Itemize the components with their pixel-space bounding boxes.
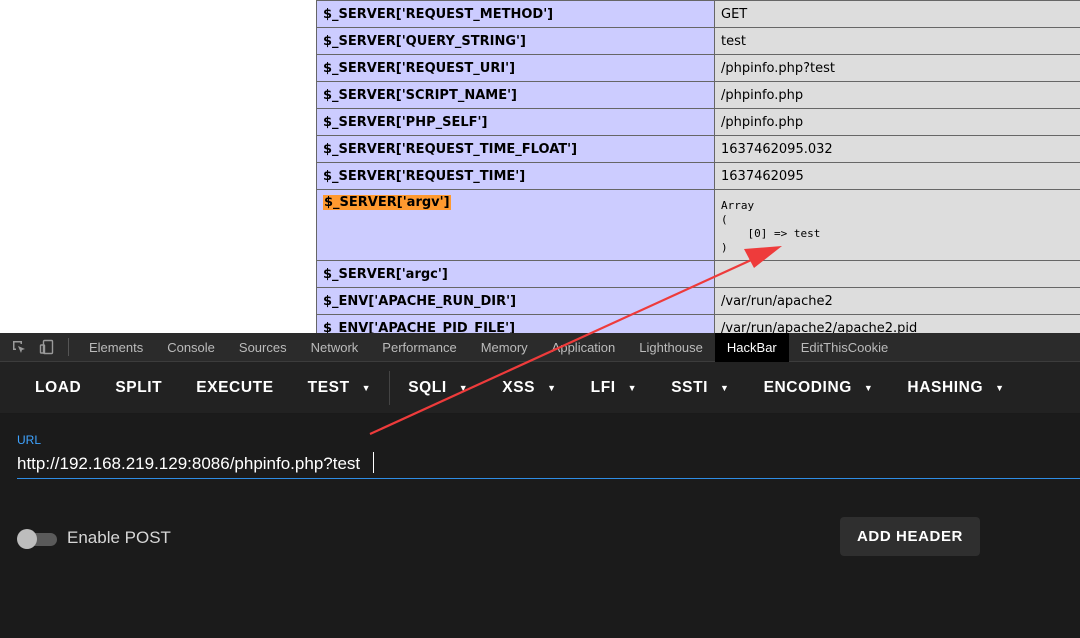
load-button-label: LOAD	[35, 378, 82, 396]
caret-down-icon: ▼	[627, 382, 638, 393]
table-row: $_SERVER['PHP_SELF'] /phpinfo.php	[316, 108, 1080, 136]
table-row-argv: $_SERVER['argv'] Array ( [0] => test )	[316, 189, 1080, 261]
variable-value: GET	[714, 0, 1080, 28]
variable-value: 1637462095.032	[714, 135, 1080, 163]
tab-editthiscookie[interactable]: EditThisCookie	[789, 333, 900, 362]
ssti-menu-label: SSTI	[671, 378, 709, 396]
tab-network[interactable]: Network	[299, 333, 371, 362]
variable-name: $_SERVER['PHP_SELF']	[316, 108, 715, 136]
variable-name: $_SERVER['SCRIPT_NAME']	[316, 81, 715, 109]
caret-down-icon: ▼	[995, 382, 1005, 393]
text-cursor	[373, 452, 374, 473]
inspect-element-icon[interactable]	[10, 338, 28, 356]
encoding-menu-label: ENCODING	[763, 378, 852, 396]
variable-name: $_SERVER['QUERY_STRING']	[316, 27, 715, 55]
variable-value: /phpinfo.php	[714, 108, 1080, 136]
hashing-menu-button[interactable]: HASHING ▼	[890, 362, 1021, 414]
variable-value: 1637462095	[714, 162, 1080, 190]
tab-elements[interactable]: Elements	[77, 333, 155, 362]
variable-name: $_SERVER['REQUEST_METHOD']	[316, 0, 715, 28]
variable-value: Array ( [0] => test )	[714, 189, 1080, 261]
variable-name: $_SERVER['REQUEST_TIME_FLOAT']	[316, 135, 715, 163]
variable-name: $_SERVER['argc']	[316, 260, 715, 288]
tab-sources[interactable]: Sources	[227, 333, 299, 362]
execute-button-label: EXECUTE	[196, 378, 274, 396]
caret-down-icon: ▼	[458, 382, 469, 393]
table-row: $_SERVER['argc']	[316, 260, 1080, 288]
lfi-menu-label: LFI	[590, 378, 616, 396]
add-header-button[interactable]: ADD HEADER	[840, 517, 980, 556]
tab-hackbar[interactable]: HackBar	[714, 332, 789, 362]
table-row: $_SERVER['QUERY_STRING'] test	[316, 27, 1080, 55]
test-menu-label: TEST	[307, 378, 350, 396]
device-toolbar-icon[interactable]	[38, 338, 56, 356]
url-input[interactable]	[17, 449, 1080, 479]
table-row: $_SERVER['REQUEST_METHOD'] GET	[316, 0, 1080, 28]
table-row: $_SERVER['REQUEST_TIME_FLOAT'] 163746209…	[316, 135, 1080, 163]
enable-post-toggle[interactable]	[17, 529, 59, 549]
tab-application[interactable]: Application	[540, 333, 628, 362]
variable-value: /phpinfo.php	[714, 81, 1080, 109]
table-row: $_SERVER['SCRIPT_NAME'] /phpinfo.php	[316, 81, 1080, 109]
caret-down-icon: ▼	[547, 382, 557, 393]
xss-menu-label: XSS	[502, 378, 536, 396]
toolbar-divider	[389, 370, 391, 405]
devtools-panel: Elements Console Sources Network Perform…	[0, 332, 1080, 638]
hackbar-toolbar: LOAD SPLIT EXECUTE TEST ▼ SQLI ▼ XSS ▼ LFI ▼…	[0, 362, 1080, 414]
xss-menu-button[interactable]: XSS ▼	[485, 362, 573, 414]
variable-value: test	[714, 27, 1080, 55]
add-header-label: ADD HEADER	[856, 528, 963, 545]
split-button-label: SPLIT	[115, 378, 163, 396]
caret-down-icon: ▼	[720, 382, 730, 393]
variable-name: $_ENV['APACHE_RUN_DIR']	[316, 287, 715, 315]
devtools-tab-bar: Elements Console Sources Network Perform…	[0, 332, 1080, 362]
toggle-knob	[17, 529, 37, 549]
search-highlight: $_SERVER['argv']	[323, 195, 451, 210]
variable-name: $_SERVER['REQUEST_URI']	[316, 54, 715, 82]
test-menu-button[interactable]: TEST ▼	[291, 362, 389, 414]
hackbar-body: URL Enable POST ADD HEADER	[0, 415, 1080, 638]
encoding-menu-button[interactable]: ENCODING ▼	[747, 362, 891, 414]
url-label: URL	[17, 433, 42, 447]
enable-post-label: Enable POST	[67, 528, 171, 547]
argv-array-dump: Array ( [0] => test )	[721, 199, 821, 254]
caret-down-icon: ▼	[863, 382, 874, 393]
table-row: $_SERVER['REQUEST_TIME'] 1637462095	[316, 162, 1080, 190]
caret-down-icon: ▼	[361, 382, 372, 393]
load-button[interactable]: LOAD	[18, 362, 98, 414]
variable-value	[714, 260, 1080, 288]
lfi-menu-button[interactable]: LFI ▼	[574, 362, 655, 414]
tab-performance[interactable]: Performance	[370, 333, 468, 362]
split-button[interactable]: SPLIT	[98, 362, 179, 414]
variable-name: $_SERVER['argv']	[316, 189, 715, 261]
sqli-menu-label: SQLI	[408, 378, 447, 396]
variable-name: $_SERVER['REQUEST_TIME']	[316, 162, 715, 190]
toolbar-divider	[68, 338, 69, 356]
execute-button[interactable]: EXECUTE	[179, 362, 290, 414]
phpinfo-variables-table: $_SERVER['REQUEST_METHOD'] GET $_SERVER[…	[316, 0, 1080, 342]
variable-value: /var/run/apache2	[714, 287, 1080, 315]
tab-console[interactable]: Console	[155, 333, 227, 362]
tab-memory[interactable]: Memory	[469, 333, 540, 362]
table-row: $_SERVER['REQUEST_URI'] /phpinfo.php?tes…	[316, 54, 1080, 82]
hashing-menu-label: HASHING	[907, 378, 984, 396]
sqli-menu-button[interactable]: SQLI ▼	[391, 362, 485, 414]
table-row: $_ENV['APACHE_RUN_DIR'] /var/run/apache2	[316, 287, 1080, 315]
variable-value: /phpinfo.php?test	[714, 54, 1080, 82]
ssti-menu-button[interactable]: SSTI ▼	[654, 362, 746, 414]
tab-lighthouse[interactable]: Lighthouse	[627, 333, 715, 362]
